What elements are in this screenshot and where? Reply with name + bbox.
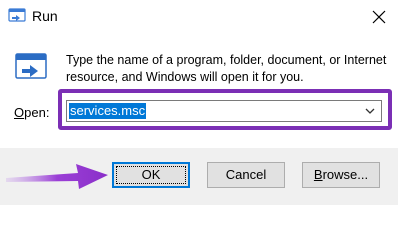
browse-button-label: rowse... xyxy=(322,167,369,182)
focus-rectangle xyxy=(116,166,186,184)
description-line: Type the name of a program, folder, docu… xyxy=(66,53,387,67)
close-icon xyxy=(372,10,386,24)
open-label: Open: xyxy=(14,105,49,121)
run-dialog: Run Type the name of a program, folder, … xyxy=(0,0,398,205)
run-app-icon xyxy=(8,7,26,25)
browse-button[interactable]: Browse... xyxy=(302,162,380,188)
description-line: resource, and Windows will open it for y… xyxy=(66,70,304,84)
window-title: Run xyxy=(32,8,58,24)
title-bar: Run xyxy=(0,0,398,34)
open-label-accelerator: O xyxy=(14,105,25,120)
browse-accelerator: B xyxy=(313,167,323,182)
open-label-text: pen: xyxy=(24,105,50,120)
run-window-icon xyxy=(14,50,48,84)
ok-button[interactable]: OK xyxy=(112,162,190,188)
annotation-highlight-box xyxy=(58,89,392,130)
dialog-description: Type the name of a program, folder, docu… xyxy=(66,52,396,86)
annotation-arrow-icon xyxy=(6,164,108,189)
close-button[interactable] xyxy=(366,4,392,30)
cancel-button-label: Cancel xyxy=(225,167,267,182)
cancel-button[interactable]: Cancel xyxy=(207,162,285,188)
